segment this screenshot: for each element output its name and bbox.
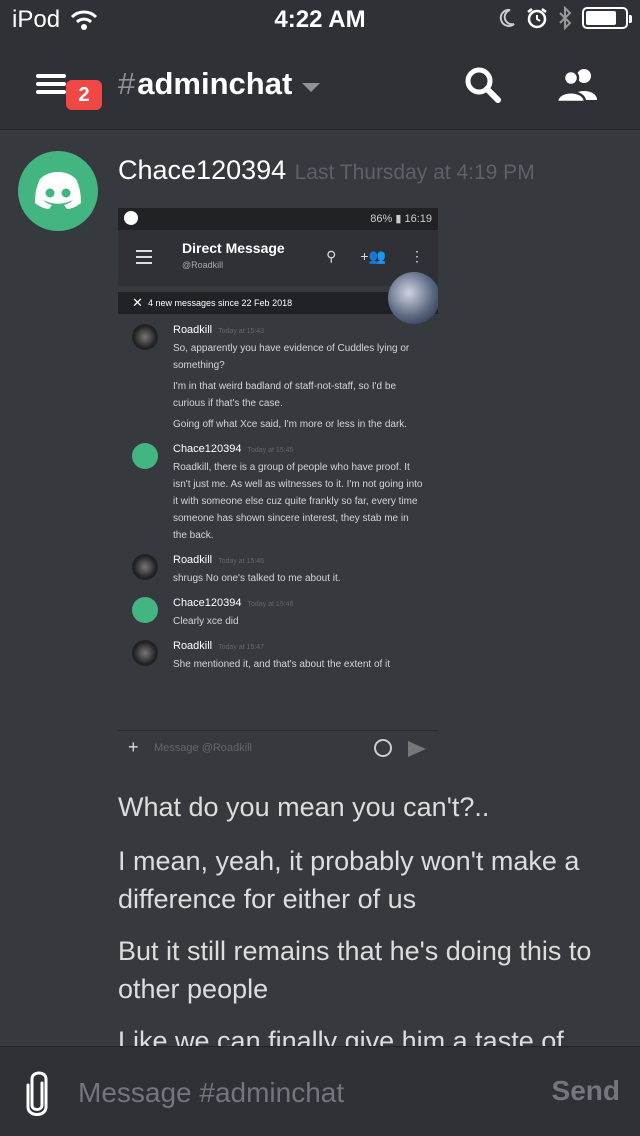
message-composer: Send <box>0 1046 640 1136</box>
avatar <box>132 597 158 623</box>
message-line: But it still remains that he's doing thi… <box>118 936 592 1004</box>
channel-name: adminchat <box>137 66 293 101</box>
discord-logo-icon <box>35 172 81 209</box>
send-button[interactable]: Send <box>552 1075 620 1107</box>
attachment-message: Roadkill Today at 15:43 So, apparently you… <box>118 322 438 433</box>
message-line: What do you mean you can't?.. <box>118 792 490 822</box>
attachment-header: Direct Message @Roadkill ⚲ +👥 ⋮ <box>118 230 438 286</box>
search-icon: ⚲ <box>326 248 337 264</box>
channel-hash: # <box>118 66 136 101</box>
add-friend-icon: +👥 <box>360 248 386 264</box>
bluetooth-icon <box>559 6 572 30</box>
message-author[interactable]: Chace120394 <box>118 155 286 185</box>
emoji-icon <box>374 739 392 757</box>
message-list[interactable]: Chace120394 Last Thursday at 4:19 PM 86%… <box>0 131 640 1046</box>
status-bar: iPod 4:22 AM <box>0 0 640 40</box>
plus-icon: + <box>128 737 139 757</box>
battery-icon <box>582 7 632 29</box>
attachment-title: Direct Message <box>182 240 285 256</box>
avatar <box>132 443 158 469</box>
message-header: Chace120394 Last Thursday at 4:19 PM <box>118 155 535 186</box>
attachment-input: + Message @Roadkill <box>118 730 438 768</box>
avatar <box>388 272 438 324</box>
message-input[interactable] <box>78 1073 518 1113</box>
chevron-down-icon <box>302 82 321 92</box>
message-line: I mean, yeah, it probably won't make a d… <box>118 846 580 914</box>
channel-title[interactable]: # adminchat <box>118 66 321 102</box>
attachment-status-bar: 86% ▮ 16:19 <box>118 208 438 230</box>
menu-button[interactable]: 2 <box>36 68 106 118</box>
avatar <box>132 554 158 580</box>
close-icon: ✕ <box>132 295 143 310</box>
alarm-icon <box>527 8 547 29</box>
attachment-message: Roadkill Today at 15:46 shrugs No one's ta… <box>118 552 438 587</box>
message-line: Like we can finally give him a taste of <box>118 1026 564 1046</box>
attachment-message: Chace120394 Today at 15:45 Roadkill, there… <box>118 441 438 544</box>
status-right <box>498 6 632 30</box>
unread-badge: 2 <box>66 80 102 110</box>
attachment-message-list: Roadkill Today at 15:43 So, apparently you… <box>118 314 438 673</box>
search-icon[interactable] <box>460 64 510 108</box>
avatar <box>132 324 158 350</box>
more-icon: ⋮ <box>410 248 424 264</box>
attachment-message: Chace120394 Today at 15:46 Clearly xce did <box>118 595 438 630</box>
message-timestamp: Last Thursday at 4:19 PM <box>294 161 535 184</box>
moon-icon <box>499 8 515 27</box>
attachment-message: Roadkill Today at 15:47 She mentioned it, … <box>118 638 438 673</box>
attachment-subtitle: @Roadkill <box>182 260 224 270</box>
menu-icon <box>136 250 152 264</box>
channel-header: 2 # adminchat <box>0 40 640 130</box>
attachment-image[interactable]: 86% ▮ 16:19 Direct Message @Roadkill ⚲ +👥… <box>118 208 438 768</box>
avatar[interactable] <box>18 151 98 231</box>
avatar <box>132 640 158 666</box>
paperclip-icon[interactable] <box>22 1069 52 1119</box>
send-icon <box>408 741 426 757</box>
members-icon[interactable] <box>554 64 604 108</box>
